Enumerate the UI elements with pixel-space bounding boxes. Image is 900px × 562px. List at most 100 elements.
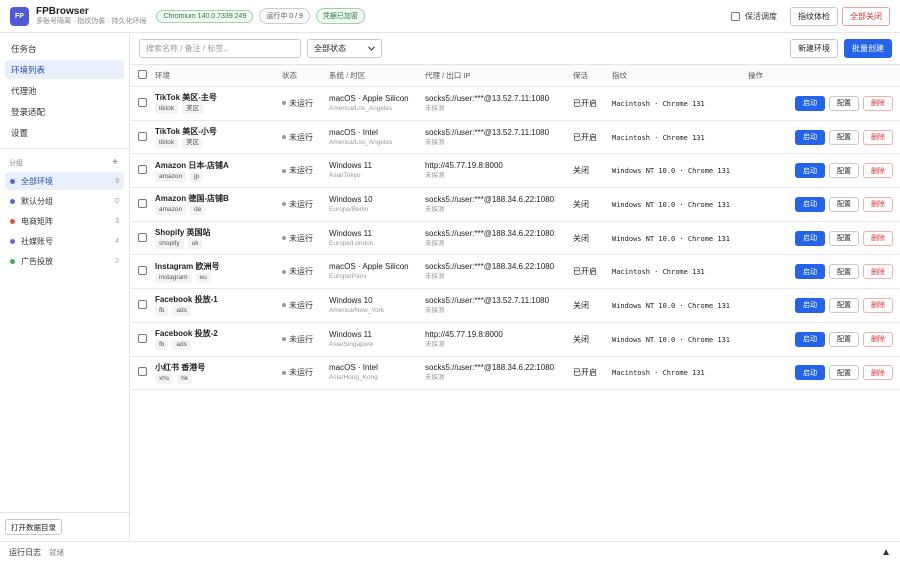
table-row[interactable]: Shopify 英国站 shopify uk 未运行 Windows 11 Eur… [131,221,900,255]
row-actions: 启动 配置 删除 [748,331,900,347]
env-tags: fb ads [155,340,282,351]
col-header-keepalive: 保活 [573,71,588,80]
start-button[interactable]: 启动 [795,264,825,280]
env-name[interactable]: Amazon 日本-店铺A [155,160,282,171]
open-data-dir-button[interactable]: 打开数据目录 [5,519,62,535]
group-item[interactable]: 电商矩阵 3 [5,212,124,230]
keepalive-checkbox[interactable] [731,11,740,21]
delete-button[interactable]: 删除 [863,365,893,381]
env-name[interactable]: Facebook 投放-2 [155,328,282,339]
start-button[interactable]: 启动 [795,95,825,111]
config-button[interactable]: 配置 [829,297,859,313]
sidebar-nav-item[interactable]: 任务台 [5,39,124,58]
col-header-fingerprint: 指纹 [612,71,627,80]
config-button[interactable]: 配置 [829,163,859,179]
start-button[interactable]: 启动 [795,230,825,246]
search-input[interactable]: 搜索名称 / 备注 / 标签... [139,39,301,58]
col-header-status: 状态 [282,71,297,80]
sidebar: 任务台 环境列表 代理池 登录适配 设置 分组 + 全部环境 9 默认分组 0 电商矩阵 3 社媒账… [0,33,130,541]
status-dot-icon [282,101,286,106]
env-name[interactable]: TikTok 美区-主号 [155,92,282,103]
log-status: 就绪 [49,547,64,557]
row-checkbox[interactable] [138,367,147,377]
table-row[interactable]: Amazon 日本-店铺A amazon jp 未运行 Windows 11 As… [131,154,900,188]
row-checkbox[interactable] [138,266,147,276]
group-item[interactable]: 社媒账号 4 [5,232,124,250]
config-button[interactable]: 配置 [829,365,859,381]
config-button[interactable]: 配置 [829,331,859,347]
table-row[interactable]: Facebook 投放-1 fb ads 未运行 Windows 10 Ameri… [131,289,900,323]
env-name[interactable]: Shopify 英国站 [155,227,282,238]
proxy-text: http://45.77.19.8:8000 [425,329,503,339]
sidebar-nav: 任务台环境列表代理池登录适配设置 [0,33,129,142]
group-item[interactable]: 默认分组 0 [5,192,124,210]
keepalive-schedule-toggle[interactable]: 保活调度 [731,11,777,22]
env-name[interactable]: 小红书 香港号 [155,362,282,373]
start-button[interactable]: 启动 [795,331,825,347]
row-checkbox[interactable] [138,299,147,309]
env-name[interactable]: Amazon 德国-店铺B [155,193,282,204]
row-checkbox[interactable] [138,97,147,107]
delete-button[interactable]: 删除 [863,331,893,347]
config-button[interactable]: 配置 [829,230,859,246]
table-row[interactable]: Instagram 欧洲号 instagram eu 未运行 macOS · Ap… [131,255,900,289]
sidebar-nav-item[interactable]: 设置 [5,123,124,142]
env-tags: tiktok 美区 [155,138,282,149]
config-button[interactable]: 配置 [829,264,859,280]
add-group-icon[interactable]: + [112,157,118,168]
config-button[interactable]: 配置 [829,129,859,145]
status-dot-icon [282,303,286,308]
group-item[interactable]: 广告投放 2 [5,252,124,270]
select-all-checkbox[interactable] [138,70,147,79]
row-checkbox[interactable] [138,198,147,208]
row-checkbox[interactable] [138,333,147,343]
status-text: 未运行 [289,132,313,142]
start-button[interactable]: 启动 [795,129,825,145]
sidebar-nav-item[interactable]: 代理池 [5,81,124,100]
row-checkbox[interactable] [138,232,147,242]
brand: FPBrowser 多账号隔离 · 指纹伪装 · 持久化环境 [36,6,146,27]
env-tag: ads [172,340,191,351]
row-checkbox[interactable] [138,165,147,175]
sidebar-nav-item[interactable]: 环境列表 [5,60,124,79]
start-button[interactable]: 启动 [795,365,825,381]
env-tag: instagram [155,272,192,283]
sidebar-footer: 打开数据目录 [0,512,129,541]
config-button[interactable]: 配置 [829,196,859,212]
col-header-env: 环境 [155,71,170,80]
row-checkbox[interactable] [138,131,147,141]
close-all-button[interactable]: 全部关闭 [842,6,890,26]
env-name[interactable]: Facebook 投放-1 [155,294,282,305]
delete-button[interactable]: 删除 [863,95,893,111]
delete-button[interactable]: 删除 [863,163,893,179]
group-item[interactable]: 全部环境 9 [5,172,124,190]
sidebar-nav-item[interactable]: 登录适配 [5,102,124,121]
start-button[interactable]: 启动 [795,297,825,313]
start-button[interactable]: 启动 [795,196,825,212]
os-text: Windows 10 [329,194,373,204]
status-text: 未运行 [289,334,313,344]
new-environment-button[interactable]: 新建环境 [790,39,838,58]
group-label: 全部环境 [21,176,53,186]
table-row[interactable]: TikTok 美区-主号 tiktok 美区 未运行 macOS · Apple … [131,87,900,121]
delete-button[interactable]: 删除 [863,297,893,313]
table-row[interactable]: Amazon 德国-店铺B amazon de 未运行 Windows 10 Eu… [131,188,900,222]
fingerprint-check-button[interactable]: 指纹体检 [790,6,838,26]
table-row[interactable]: TikTok 美区-小号 tiktok 美区 未运行 macOS · Intel … [131,120,900,154]
exit-ip-text: 未探测 [425,104,445,112]
delete-button[interactable]: 删除 [863,264,893,280]
delete-button[interactable]: 删除 [863,230,893,246]
start-button[interactable]: 启动 [795,163,825,179]
env-name[interactable]: TikTok 美区-小号 [155,126,282,137]
table-row[interactable]: Facebook 投放-2 fb ads 未运行 Windows 11 Asia/… [131,322,900,356]
delete-button[interactable]: 删除 [863,129,893,145]
delete-button[interactable]: 删除 [863,196,893,212]
env-name[interactable]: Instagram 欧洲号 [155,261,282,272]
expand-log-icon[interactable]: ▲ [881,547,891,558]
log-label[interactable]: 运行日志 [9,547,41,558]
table-row[interactable]: 小红书 香港号 xhs hk 未运行 macOS · Intel Asia/Hon… [131,356,900,390]
group-label: 默认分组 [21,196,53,206]
status-filter-select[interactable]: 全部状态 [307,39,382,58]
config-button[interactable]: 配置 [829,95,859,111]
batch-create-button[interactable]: 批量创建 [844,39,892,58]
